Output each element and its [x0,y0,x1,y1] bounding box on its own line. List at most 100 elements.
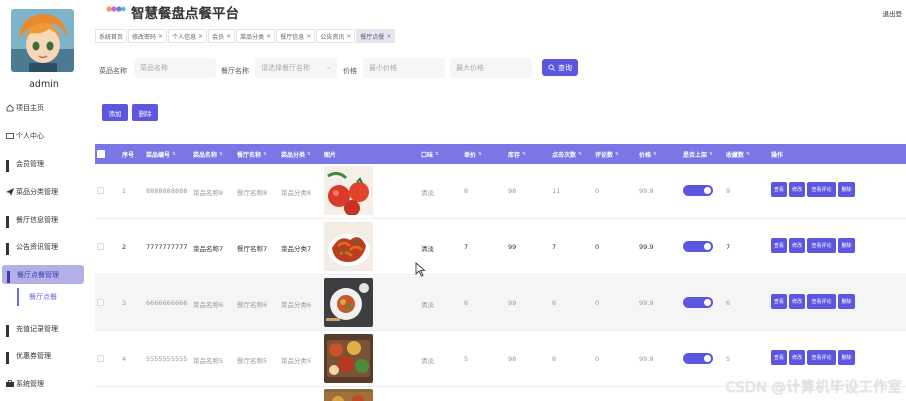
edit-button[interactable]: 修改 [789,350,805,365]
th-comments[interactable]: 评论数 ⇅ [595,144,619,164]
sidebar-item-coupon[interactable]: 优惠券管理 [6,347,51,365]
sort-icon: ⇅ [307,151,311,157]
close-icon[interactable]: ✕ [306,33,311,40]
dish-image-tomatoes[interactable] [324,166,373,215]
edit-button[interactable]: 修改 [789,294,805,309]
view-comments-button[interactable]: 查看评论 [807,350,836,365]
close-icon[interactable]: ✕ [346,33,351,40]
cell-no: 3 [122,299,127,307]
mouse-cursor-icon [415,262,426,277]
cell-restaurant: 餐厅名称5 [237,357,268,365]
close-icon[interactable]: ✕ [386,33,391,40]
min-price-input[interactable]: 最小价格 [363,58,445,78]
sidebar-subitem-order[interactable]: 餐厅点餐 [17,288,79,306]
sort-icon: ⇅ [578,151,582,157]
on-shelf-toggle[interactable] [683,353,713,364]
add-button[interactable]: 添加 [102,104,128,121]
tab-personal-info[interactable]: 个人信息 ✕ [168,29,208,43]
th-stock[interactable]: 库存 ⇅ [508,144,526,164]
row-delete-button[interactable]: 删除 [838,182,855,197]
view-comments-button[interactable]: 查看评论 [807,294,836,309]
view-comments-button[interactable]: 查看评论 [807,182,836,197]
cell-price: 99.9 [639,355,654,363]
restaurant-select[interactable]: 请选择餐厅名称 ⌄ [255,58,337,78]
header-label: 餐厅名称 [237,151,262,159]
on-shelf-toggle[interactable] [683,297,713,308]
query-button[interactable]: 查询 [542,59,578,76]
sidebar-item-label: 餐厅点餐管理 [17,270,59,279]
logout-link[interactable]: 退出登 [883,8,903,18]
dish-image-shrimp[interactable] [324,222,373,271]
close-icon[interactable]: ✕ [198,33,203,40]
sidebar-item-home[interactable]: 项目主页 [6,99,44,117]
close-icon[interactable]: ✕ [158,33,163,40]
sidebar-item-members[interactable]: 会员管理 [6,155,44,173]
row-delete-button[interactable]: 删除 [838,238,855,253]
th-no[interactable]: 序号 [122,144,134,164]
avatar[interactable] [11,9,74,72]
row-checkbox[interactable] [97,243,104,250]
sidebar-item-recharge[interactable]: 充值记录管理 [6,320,58,338]
tab-dish-category[interactable]: 菜品分类 ✕ [236,29,276,43]
sort-icon: ⇅ [478,151,482,157]
th-on-shelf[interactable]: 是否上架 ⇅ [683,144,713,164]
th-category[interactable]: 菜品分类 ⇅ [281,144,311,164]
th-code[interactable]: 菜品编号 ⇅ [146,144,176,164]
select-all-checkbox[interactable] [97,150,105,158]
row-checkbox[interactable] [97,355,104,362]
cell-name: 菜品名称6 [193,301,224,309]
cell-category: 菜品分类6 [281,301,312,309]
dish-image-partial[interactable] [324,389,373,401]
tab-label: 公告资讯 [320,33,345,41]
cell-clicks: 11 [552,187,561,195]
tab-restaurant[interactable]: 餐厅信息 ✕ [276,29,316,43]
dish-image-feast[interactable] [324,334,373,383]
grid-icon [6,216,14,228]
header-label: 菜品编号 [146,151,171,159]
tab-member[interactable]: 会员 ✕ [208,29,236,43]
view-comments-button[interactable]: 查看评论 [807,238,836,253]
watermark: CSDN @计算机毕设工作室 [725,380,902,396]
th-restaurant[interactable]: 餐厅名称 ⇅ [237,144,267,164]
tab-home[interactable]: 系统首页 [95,29,128,43]
view-button[interactable]: 查看 [771,350,787,365]
sidebar-item-order[interactable]: 餐厅点餐管理 [2,265,84,284]
view-button[interactable]: 查看 [771,182,787,197]
query-label: 查询 [558,63,572,72]
sidebar-item-restaurant[interactable]: 餐厅信息管理 [6,211,58,229]
th-taste[interactable]: 口味 ⇅ [421,144,439,164]
cell-price: 99.9 [639,187,654,195]
row-checkbox[interactable] [97,299,104,306]
view-button[interactable]: 查看 [771,294,787,309]
edit-button[interactable]: 修改 [789,182,805,197]
row-delete-button[interactable]: 删除 [838,350,855,365]
th-unit-price[interactable]: 单价 ⇅ [464,144,482,164]
th-name[interactable]: 菜品名称 ⇅ [193,144,223,164]
max-price-input[interactable]: 最大价格 [450,58,532,78]
sidebar-item-profile[interactable]: 个人中心 [6,127,44,145]
th-price[interactable]: 价格 ⇅ [639,144,657,164]
th-clicks[interactable]: 点击次数 ⇅ [552,144,582,164]
close-icon[interactable]: ✕ [226,33,231,40]
dish-image-plate[interactable] [324,278,373,327]
row-delete-button[interactable]: 删除 [838,294,855,309]
row-checkbox[interactable] [97,187,104,194]
cell-comments: 0 [595,243,600,251]
table-header: 序号 菜品编号 ⇅ 菜品名称 ⇅ 餐厅名称 ⇅ 菜品分类 ⇅ 图片 口味 ⇅ 单价 ⇅ 库存… [95,144,906,164]
th-favorites[interactable]: 收藏数 ⇅ [726,144,750,164]
sidebar-item-dish-category[interactable]: 菜品分类管理 [6,183,58,201]
on-shelf-toggle[interactable] [683,185,713,196]
sort-icon: ⇅ [263,151,267,157]
sidebar-item-system[interactable]: 系统管理 [6,375,44,393]
sidebar-item-announcement[interactable]: 公告资讯管理 [6,238,58,256]
delete-button[interactable]: 删除 [132,104,158,121]
view-button[interactable]: 查看 [771,238,787,253]
tab-order[interactable]: 餐厅点餐 ✕ [356,29,396,43]
close-icon[interactable]: ✕ [266,33,271,40]
on-shelf-toggle[interactable] [683,241,713,252]
tab-change-password[interactable]: 修改密码 ✕ [128,29,168,43]
tab-announcement[interactable]: 公告资讯 ✕ [316,29,356,43]
edit-button[interactable]: 修改 [789,238,805,253]
dish-name-input[interactable]: 菜品名称 [134,58,216,78]
sidebar-item-label: 项目主页 [16,104,44,112]
